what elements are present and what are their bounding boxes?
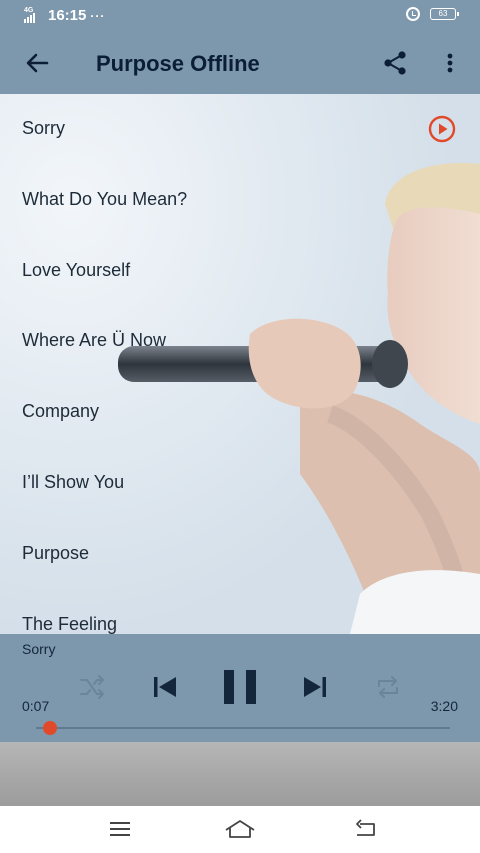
list-item[interactable]: The Feeling xyxy=(0,590,480,634)
current-time: 0:07 xyxy=(22,698,50,714)
share-icon[interactable] xyxy=(380,48,410,78)
page-title: Purpose Offline xyxy=(96,51,260,76)
song-title: The Feeling xyxy=(22,613,118,634)
song-title: Company xyxy=(22,401,100,422)
background-strip xyxy=(0,742,480,806)
progress-thumb[interactable] xyxy=(43,721,58,735)
skip-next-icon[interactable] xyxy=(300,674,330,700)
status-time: 16:15 xyxy=(48,7,87,24)
skip-previous-icon[interactable] xyxy=(150,674,180,700)
now-playing-title: Sorry xyxy=(22,641,56,657)
system-nav-bar xyxy=(0,806,480,853)
song-title: Purpose xyxy=(22,542,90,563)
song-title: Love Yourself xyxy=(22,259,131,280)
alarm-icon xyxy=(406,7,420,21)
shuffle-icon[interactable] xyxy=(78,674,106,700)
progress-bar[interactable] xyxy=(36,727,450,729)
status-dots: ··· xyxy=(90,8,106,23)
duration: 3:20 xyxy=(430,698,458,714)
song-list-area: Sorry What Do You Mean? Love Yourself Wh… xyxy=(0,94,480,634)
song-title: What Do You Mean? xyxy=(22,188,188,209)
status-left: 4G 16:15 ··· xyxy=(24,7,105,24)
list-item[interactable]: Love Yourself xyxy=(0,236,480,307)
song-title: Where Are Ü Now xyxy=(22,330,167,351)
song-list: Sorry What Do You Mean? Love Yourself Wh… xyxy=(0,94,480,634)
battery-icon: 63 xyxy=(430,8,459,20)
list-item[interactable]: Sorry xyxy=(0,94,480,165)
list-item[interactable]: Where Are Ü Now xyxy=(0,306,480,377)
list-item[interactable]: Company xyxy=(0,377,480,448)
list-item[interactable]: What Do You Mean? xyxy=(0,165,480,236)
list-item[interactable]: I’ll Show You xyxy=(0,448,480,519)
song-title: I’ll Show You xyxy=(22,471,125,492)
play-circle-icon[interactable] xyxy=(428,115,456,143)
menu-icon[interactable] xyxy=(108,818,132,840)
status-bar: 4G 16:15 ··· 63 xyxy=(0,0,480,32)
home-icon[interactable] xyxy=(224,818,256,840)
music-player: Sorry 0:07 3:20 xyxy=(0,634,480,742)
song-title: Sorry xyxy=(22,118,66,138)
app-bar: Purpose Offline xyxy=(0,32,480,94)
repeat-icon[interactable] xyxy=(374,674,402,700)
signal-icon: 4G xyxy=(24,7,42,23)
status-right: 63 xyxy=(406,7,459,21)
arrow-left-icon[interactable] xyxy=(22,48,52,78)
more-vert-icon[interactable] xyxy=(440,48,460,78)
list-item[interactable]: Purpose xyxy=(0,519,480,590)
pause-icon[interactable] xyxy=(220,668,260,706)
back-icon[interactable] xyxy=(354,818,378,840)
